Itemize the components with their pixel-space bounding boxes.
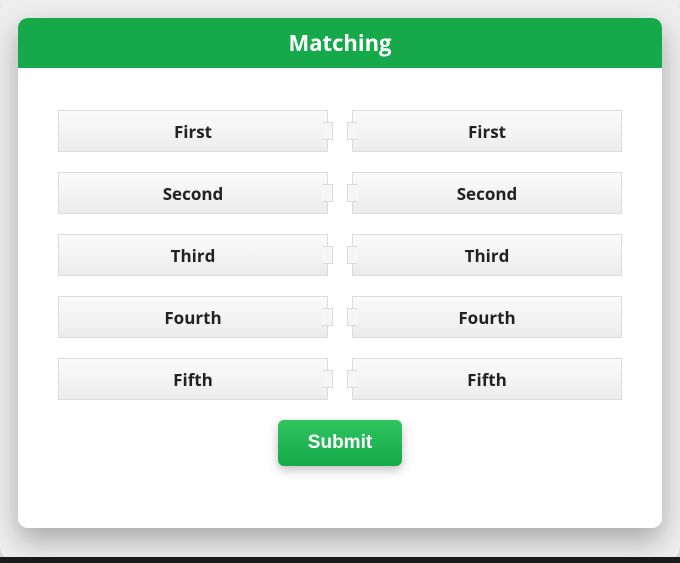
match-row: First First: [58, 110, 622, 152]
bottom-strip: [0, 557, 680, 563]
match-row: Fifth Fifth: [58, 358, 622, 400]
match-right-item[interactable]: Fourth: [352, 296, 622, 338]
match-right-item[interactable]: Third: [352, 234, 622, 276]
submit-button[interactable]: Submit: [278, 420, 402, 466]
match-left-item[interactable]: Fourth: [58, 296, 328, 338]
matching-card: Matching First First Second Second Third…: [18, 18, 662, 528]
match-right-item[interactable]: Fifth: [352, 358, 622, 400]
match-left-item[interactable]: Second: [58, 172, 328, 214]
match-row: Second Second: [58, 172, 622, 214]
match-row: Third Third: [58, 234, 622, 276]
match-left-item[interactable]: Third: [58, 234, 328, 276]
card-title: Matching: [18, 18, 662, 68]
match-right-item[interactable]: Second: [352, 172, 622, 214]
match-left-item[interactable]: Fifth: [58, 358, 328, 400]
match-right-item[interactable]: First: [352, 110, 622, 152]
match-area: First First Second Second Third Third Fo…: [18, 68, 662, 466]
match-row: Fourth Fourth: [58, 296, 622, 338]
submit-wrap: Submit: [58, 420, 622, 466]
match-left-item[interactable]: First: [58, 110, 328, 152]
